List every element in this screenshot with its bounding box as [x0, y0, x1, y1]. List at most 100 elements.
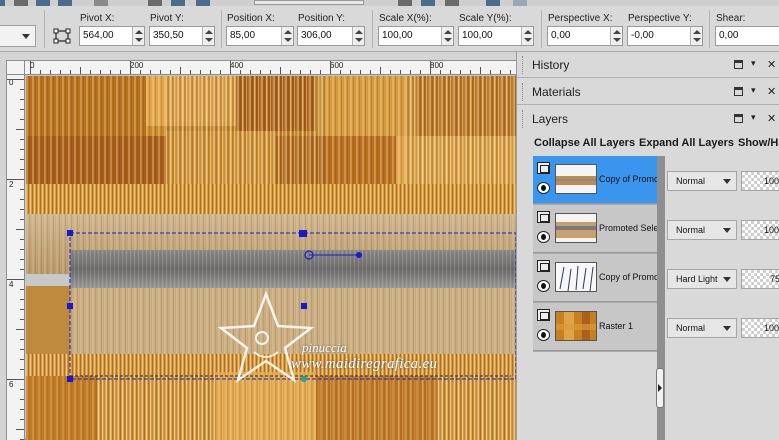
- opacity-field[interactable]: 100: [741, 171, 779, 191]
- palette-grip[interactable]: [522, 110, 525, 128]
- ruler-tick: [20, 139, 24, 140]
- ruler-tick: [450, 70, 451, 74]
- blend-mode-dropdown[interactable]: Hard Light: [667, 269, 737, 289]
- toolbar-strip-button[interactable]: [196, 0, 210, 6]
- collapse-all-layers-button[interactable]: Collapse All Layers: [534, 137, 635, 149]
- ruler-tick: [250, 70, 251, 74]
- eye-visibility-icon[interactable]: [537, 231, 550, 243]
- scale-y-value: 100,00: [462, 30, 493, 41]
- layer-row-promoted-selection[interactable]: Promoted Sele: [533, 205, 657, 253]
- window-restore-icon[interactable]: [734, 60, 743, 69]
- toolbar-strip-button[interactable]: [94, 0, 108, 6]
- toolbar-strip-button[interactable]: [0, 0, 5, 6]
- chevron-down-icon[interactable]: ▾: [751, 112, 756, 123]
- history-palette-header[interactable]: History ▾ ✕: [517, 52, 779, 78]
- horizontal-ruler[interactable]: 0 200 400 600 800: [25, 61, 516, 75]
- shear-input[interactable]: 0,00: [715, 26, 779, 46]
- close-icon[interactable]: ✕: [767, 58, 776, 71]
- close-icon[interactable]: ✕: [767, 85, 776, 98]
- scale-y-input[interactable]: 100,00: [458, 26, 534, 46]
- palette-grip[interactable]: [522, 56, 525, 74]
- perspective-y-field: Perspective Y: -0,00: [627, 13, 703, 46]
- pivot-y-label: Pivot Y:: [150, 13, 184, 24]
- opacity-field[interactable]: 100: [741, 220, 779, 240]
- preset-dropdown[interactable]: [0, 25, 36, 47]
- toolbar-strip-button[interactable]: [148, 0, 162, 6]
- vertical-ruler[interactable]: 0 2 4 6: [7, 75, 25, 440]
- eye-visibility-icon[interactable]: [537, 280, 550, 292]
- perspective-y-input[interactable]: -0,00: [627, 26, 703, 46]
- scale-x-spinner[interactable]: [441, 27, 453, 45]
- show-hide-button[interactable]: Show/H: [738, 137, 778, 149]
- chevron-down-icon[interactable]: ▾: [751, 58, 756, 69]
- pivot-y-input[interactable]: 350,50: [149, 26, 215, 46]
- perspective-x-value: 0,00: [551, 30, 571, 41]
- ruler-tick: [16, 429, 24, 430]
- layer-row-copy-of-promoted[interactable]: Copy of Promo: [533, 156, 657, 204]
- perspective-x-input[interactable]: 0,00: [547, 26, 623, 46]
- layers-title: Layers: [532, 112, 569, 126]
- blend-mode-dropdown[interactable]: Normal: [667, 318, 737, 338]
- eye-visibility-icon[interactable]: [537, 182, 550, 194]
- position-x-spinner[interactable]: [281, 27, 293, 45]
- position-y-value: 306,00: [301, 30, 332, 41]
- toolbar-strip-button[interactable]: [486, 0, 500, 6]
- perspective-x-spinner[interactable]: [610, 27, 622, 45]
- perspective-x-field: Perspective X: 0,00: [547, 13, 623, 46]
- perspective-y-spinner[interactable]: [690, 27, 702, 45]
- layers-palette-header[interactable]: Layers ▾ ✕: [517, 106, 779, 132]
- toolbar-strip-button[interactable]: [14, 0, 28, 6]
- position-y-input[interactable]: 306,00: [297, 26, 365, 46]
- ruler-tick: [20, 289, 24, 290]
- layer-thumbnail: [555, 311, 597, 341]
- ruler-label: 200: [130, 61, 144, 70]
- window-restore-icon[interactable]: [734, 114, 743, 123]
- ruler-tick: [490, 70, 491, 74]
- position-y-spinner[interactable]: [352, 27, 364, 45]
- close-icon[interactable]: ✕: [767, 112, 776, 125]
- blend-mode-dropdown[interactable]: Normal: [667, 171, 737, 191]
- scale-y-spinner[interactable]: [521, 27, 533, 45]
- ruler-tick: [200, 70, 201, 74]
- blend-mode-value: Normal: [676, 176, 706, 186]
- toolbar-strip-button[interactable]: [36, 0, 50, 6]
- ruler-tick: [120, 70, 121, 74]
- ruler-tick: [20, 149, 24, 150]
- chevron-down-icon[interactable]: ▾: [751, 85, 756, 96]
- toolbar-strip-field[interactable]: [254, 0, 364, 5]
- ruler-tick: [240, 70, 241, 74]
- window-restore-icon[interactable]: [734, 87, 743, 96]
- pivot-y-value: 350,50: [153, 30, 184, 41]
- chevron-down-icon: [723, 326, 731, 331]
- pivot-x-spinner[interactable]: [132, 27, 144, 45]
- expand-all-layers-button[interactable]: Expand All Layers: [639, 137, 734, 149]
- pick-mode-icon[interactable]: [53, 28, 71, 44]
- canvas-image[interactable]: pinuccia www.maidiregrafica.eu: [26, 76, 516, 440]
- pivot-y-spinner[interactable]: [202, 27, 214, 45]
- toolbar-separator: [541, 10, 542, 48]
- toolbar-strip-button[interactable]: [171, 0, 185, 6]
- ruler-tick: [40, 70, 41, 74]
- position-x-input[interactable]: 85,00: [226, 26, 294, 46]
- watermark-name: pinuccia: [302, 340, 347, 355]
- materials-palette-header[interactable]: Materials ▾ ✕: [517, 79, 779, 105]
- blend-mode-dropdown[interactable]: Normal: [667, 220, 737, 240]
- toolbar-strip-button[interactable]: [398, 0, 412, 6]
- ruler-tick: [20, 109, 24, 110]
- opacity-field[interactable]: 100: [741, 318, 779, 338]
- opacity-field[interactable]: 75: [741, 269, 779, 289]
- ruler-tick: [290, 70, 291, 74]
- eye-visibility-icon[interactable]: [537, 329, 550, 341]
- pivot-x-input[interactable]: 564,00: [79, 26, 145, 46]
- toolbar-strip-button[interactable]: [421, 0, 435, 6]
- watermark-site: www.maidiregrafica.eu: [291, 356, 438, 372]
- toolbar-strip-button[interactable]: [445, 0, 459, 6]
- palette-grip[interactable]: [522, 83, 525, 101]
- toolbar-strip-button[interactable]: [513, 0, 527, 6]
- scale-x-field: Scale X(%): 100,00: [378, 13, 454, 46]
- splitter-expand-handle[interactable]: [656, 368, 664, 408]
- toolbar-strip-button[interactable]: [58, 0, 72, 6]
- layer-row-copy-of-promoted-2[interactable]: Copy of Promo: [533, 254, 657, 302]
- scale-x-input[interactable]: 100,00: [378, 26, 454, 46]
- layer-row-raster-1[interactable]: Raster 1: [533, 303, 657, 351]
